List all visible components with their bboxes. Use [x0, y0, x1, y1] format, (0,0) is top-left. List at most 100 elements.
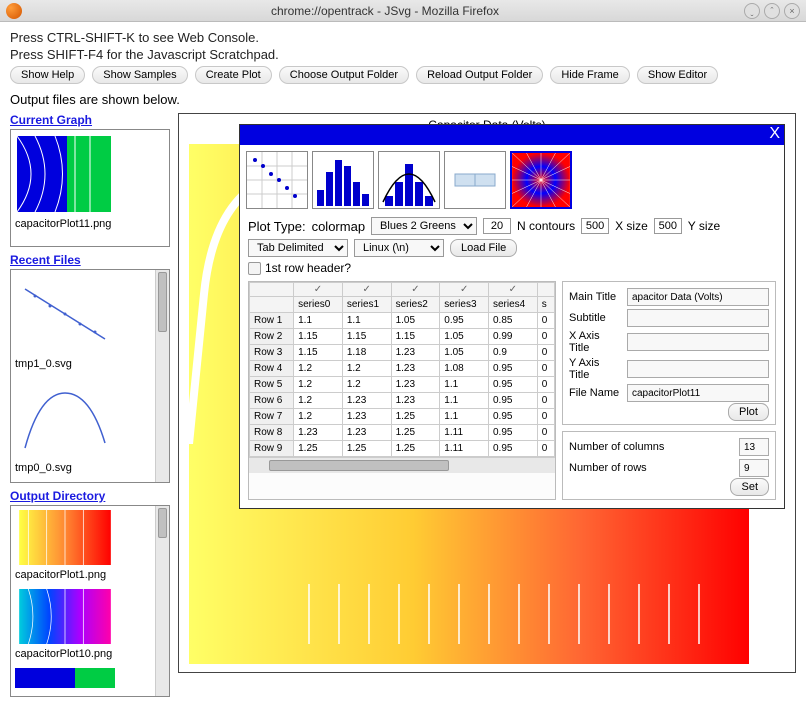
data-cell[interactable]: 0.99	[489, 329, 538, 345]
data-cell[interactable]: 1.05	[391, 313, 440, 329]
data-cell[interactable]: 0.9	[489, 345, 538, 361]
data-cell[interactable]: 1.25	[342, 441, 391, 457]
data-cell[interactable]: 1.23	[391, 377, 440, 393]
main-title-input[interactable]	[627, 288, 769, 306]
series-check[interactable]: ✓	[440, 283, 489, 297]
output-directory-scrollbar[interactable]	[155, 506, 169, 696]
data-cell[interactable]: 1.1	[440, 409, 489, 425]
table-horizontal-scrollbar[interactable]	[249, 457, 555, 473]
series-header[interactable]: series2	[391, 297, 440, 313]
data-cell[interactable]: 1.23	[342, 393, 391, 409]
data-cell[interactable]: 1.2	[294, 393, 343, 409]
num-rows-input[interactable]	[739, 459, 769, 477]
choose-output-folder-button[interactable]: Choose Output Folder	[279, 66, 409, 84]
y-size-input[interactable]	[654, 218, 682, 234]
data-cell[interactable]: 1.1	[440, 393, 489, 409]
data-cell[interactable]: 1.23	[342, 425, 391, 441]
data-cell[interactable]: 1.05	[440, 345, 489, 361]
series-check[interactable]: ✓	[391, 283, 440, 297]
subtitle-input[interactable]	[627, 309, 769, 327]
data-cell[interactable]: 1.08	[440, 361, 489, 377]
line-ending-select[interactable]: Linux (\n)	[354, 239, 444, 257]
output-file-thumbnail[interactable]	[15, 589, 115, 644]
recent-file-thumbnail[interactable]	[15, 378, 115, 458]
output-file-thumbnail[interactable]	[15, 668, 115, 688]
minimize-button[interactable]: ˬ	[744, 3, 760, 19]
data-cell[interactable]: 0	[537, 425, 554, 441]
show-editor-button[interactable]: Show Editor	[637, 66, 718, 84]
series-check[interactable]: ✓	[342, 283, 391, 297]
series-header[interactable]: series1	[342, 297, 391, 313]
maximize-button[interactable]: ˆ	[764, 3, 780, 19]
row-header[interactable]: Row 9	[250, 441, 294, 457]
recent-files-scrollbar[interactable]	[155, 270, 169, 482]
data-cell[interactable]: 1.2	[294, 361, 343, 377]
data-cell[interactable]: 0	[537, 345, 554, 361]
row-header[interactable]: Row 1	[250, 313, 294, 329]
x-axis-title-input[interactable]	[627, 333, 769, 351]
data-cell[interactable]: 0.95	[489, 425, 538, 441]
n-contours-input[interactable]	[483, 218, 511, 234]
y-axis-title-input[interactable]	[627, 360, 769, 378]
first-row-header-checkbox[interactable]	[248, 262, 261, 275]
data-cell[interactable]: 0.95	[489, 393, 538, 409]
load-file-button[interactable]: Load File	[450, 239, 517, 257]
data-cell[interactable]: 0.95	[489, 441, 538, 457]
data-cell[interactable]: 1.15	[294, 345, 343, 361]
row-header[interactable]: Row 5	[250, 377, 294, 393]
data-cell[interactable]: 1.23	[391, 361, 440, 377]
file-name-input[interactable]	[627, 384, 769, 402]
current-graph-thumbnail[interactable]	[15, 134, 115, 214]
data-cell[interactable]: 1.23	[342, 409, 391, 425]
recent-file-thumbnail[interactable]	[15, 274, 115, 354]
data-cell[interactable]: 1.2	[342, 361, 391, 377]
data-cell[interactable]: 1.05	[440, 329, 489, 345]
data-cell[interactable]: 0	[537, 409, 554, 425]
data-cell[interactable]: 1.25	[391, 409, 440, 425]
data-cell[interactable]: 0	[537, 313, 554, 329]
data-cell[interactable]: 1.25	[391, 441, 440, 457]
series-header[interactable]: series4	[489, 297, 538, 313]
data-cell[interactable]: 1.15	[342, 329, 391, 345]
show-samples-button[interactable]: Show Samples	[92, 66, 187, 84]
data-cell[interactable]: 1.2	[294, 377, 343, 393]
show-help-button[interactable]: Show Help	[10, 66, 85, 84]
row-header[interactable]: Row 7	[250, 409, 294, 425]
data-cell[interactable]: 0	[537, 329, 554, 345]
chart-type-colormap[interactable]	[510, 151, 572, 209]
chart-type-bar[interactable]	[312, 151, 374, 209]
data-cell[interactable]: 1.11	[440, 441, 489, 457]
data-cell[interactable]: 0.85	[489, 313, 538, 329]
chart-type-box[interactable]	[444, 151, 506, 209]
set-button[interactable]: Set	[730, 478, 769, 496]
row-header[interactable]: Row 2	[250, 329, 294, 345]
data-cell[interactable]: 1.23	[391, 393, 440, 409]
row-header[interactable]: Row 3	[250, 345, 294, 361]
row-header[interactable]: Row 4	[250, 361, 294, 377]
series-check[interactable]: ✓	[294, 283, 343, 297]
data-cell[interactable]: 1.2	[294, 409, 343, 425]
num-columns-input[interactable]	[739, 438, 769, 456]
delimiter-select[interactable]: Tab Delimited	[248, 239, 348, 257]
row-header[interactable]: Row 8	[250, 425, 294, 441]
data-cell[interactable]: 1.15	[294, 329, 343, 345]
series-header[interactable]: series0	[294, 297, 343, 313]
data-cell[interactable]: 1.25	[294, 441, 343, 457]
dialog-titlebar[interactable]: X	[240, 125, 784, 145]
series-header[interactable]: series3	[440, 297, 489, 313]
data-cell[interactable]: 1.1	[440, 377, 489, 393]
series-check[interactable]: ✓	[489, 283, 538, 297]
data-cell[interactable]: 0.95	[489, 361, 538, 377]
plot-button[interactable]: Plot	[728, 403, 769, 421]
data-cell[interactable]: 1.23	[391, 345, 440, 361]
x-size-input[interactable]	[581, 218, 609, 234]
dialog-close-button[interactable]: X	[769, 125, 780, 143]
data-cell[interactable]: 1.18	[342, 345, 391, 361]
row-header[interactable]: Row 6	[250, 393, 294, 409]
create-plot-button[interactable]: Create Plot	[195, 66, 272, 84]
data-cell[interactable]: 1.2	[342, 377, 391, 393]
data-cell[interactable]: 0.95	[440, 313, 489, 329]
data-cell[interactable]: 0	[537, 377, 554, 393]
chart-type-histogram[interactable]	[378, 151, 440, 209]
chart-type-scatter[interactable]	[246, 151, 308, 209]
